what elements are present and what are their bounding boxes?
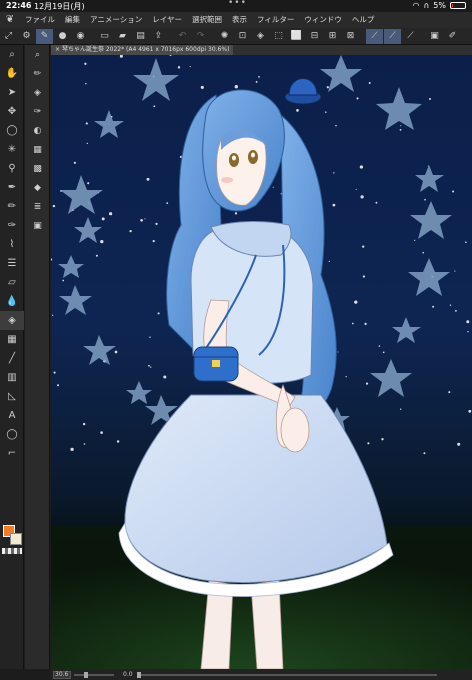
quick-access-icon[interactable]: ✐ [444, 29, 461, 44]
transparent-color-swatch[interactable] [2, 548, 22, 554]
grid-snap-icon[interactable]: ⟋ [402, 29, 419, 44]
close-icon[interactable]: × [55, 46, 62, 53]
canvas[interactable] [51, 55, 472, 669]
menu-window[interactable]: ウィンドウ [299, 12, 347, 28]
zoom-tool-icon[interactable]: ⌕ [0, 45, 24, 64]
ruler-tool-icon[interactable]: ◺ [0, 387, 24, 406]
menu-filter[interactable]: フィルター [252, 12, 299, 28]
battery-percent: 5% [433, 1, 446, 10]
rotation-slider-knob[interactable] [136, 671, 141, 678]
subtool-search-icon[interactable]: ⌕ [25, 45, 50, 64]
object-tool-icon[interactable]: ➤ [0, 83, 24, 102]
menu-help[interactable]: ヘルプ [347, 12, 380, 28]
wifi-icon: ◠ [412, 1, 420, 10]
multitasking-dots-icon[interactable]: ••• [228, 0, 247, 8]
battery-icon [450, 2, 466, 9]
rotation-value[interactable]: 0.0 [123, 671, 133, 678]
magic-wand-icon[interactable]: ✳ [0, 140, 24, 159]
status-date: 12月19日(月) [34, 2, 85, 11]
pen-tool-icon[interactable]: ✒ [0, 178, 24, 197]
app-logo-icon[interactable]: ❦ [0, 13, 20, 27]
tool-property-icon[interactable]: ⚙ [18, 29, 35, 44]
gradient-tool-icon[interactable]: ▦ [0, 330, 24, 349]
hand-tool-icon[interactable]: ✋ [0, 64, 24, 83]
status-right: ◠ ∩ 5% [412, 1, 466, 10]
status-time: 22:46 [6, 1, 32, 10]
redo-icon[interactable]: ↷ [192, 29, 209, 44]
fill-icon[interactable]: ◈ [252, 29, 269, 44]
loading-spinner-icon: ✺ [220, 31, 229, 41]
canvas-tabbar: × 琴ちゃん誕生祭 2022* (A4 4961 x 7016px 600dpi… [51, 45, 472, 55]
crop-icon[interactable]: ⊟ [306, 29, 323, 44]
blend-tool-icon[interactable]: 💧 [0, 292, 24, 311]
status-bar: 22:46 12月19日(月) ••• ◠ ∩ 5% [0, 0, 472, 12]
transform-icon[interactable]: ⊠ [342, 29, 359, 44]
correct-line-tool-icon[interactable]: ⌐ [0, 444, 24, 463]
rotation-slider[interactable] [136, 671, 437, 678]
frame-tool-icon[interactable]: ▥ [0, 368, 24, 387]
eyedropper-icon[interactable]: ⚲ [0, 159, 24, 178]
layers-icon[interactable]: ≣ [25, 197, 50, 216]
brush-tool-icon[interactable]: ✑ [0, 216, 24, 235]
line-tool-icon[interactable]: ╱ [0, 349, 24, 368]
menu-edit[interactable]: 編集 [60, 12, 85, 28]
eye-icon[interactable]: ◉ [72, 29, 89, 44]
sub-color-swatch[interactable] [10, 533, 22, 545]
pencil-tool-icon[interactable]: ✏ [0, 197, 24, 216]
deselect-icon[interactable]: ⬜ [288, 29, 305, 44]
special-ruler-snap-icon[interactable]: ⟋ [384, 28, 401, 44]
open-folder-icon[interactable]: ▰ [114, 29, 131, 44]
new-file-icon[interactable]: ▭ [96, 29, 113, 44]
color-wheel-icon[interactable]: ◐ [25, 121, 50, 140]
menu-view[interactable]: 表示 [227, 12, 252, 28]
expand-arrows-icon[interactable]: ⤢ [0, 29, 17, 44]
menu-bar: ❦ ファイル 編集 アニメーション レイヤー 選択範囲 表示 フィルター ウィン… [0, 12, 472, 28]
intermediate-color-icon[interactable]: ▩ [25, 159, 50, 178]
headphones-icon: ∩ [423, 1, 430, 10]
menu-selection[interactable]: 選択範囲 [187, 12, 227, 28]
left-bottom-filler [0, 669, 50, 680]
color-icon[interactable]: ● [54, 29, 71, 44]
clear-icon[interactable]: ⊡ [234, 29, 251, 44]
decoration-tool-icon[interactable]: ☰ [0, 254, 24, 273]
undo-icon[interactable]: ↶ [174, 29, 191, 44]
airbrush-tool-icon[interactable]: ⌇ [0, 235, 24, 254]
eraser-tool-icon[interactable]: ▱ [0, 273, 24, 292]
canvas-tab-title: 琴ちゃん誕生祭 2022* (A4 4961 x 7016px 600dpi 3… [61, 46, 230, 53]
menu-animation[interactable]: アニメーション [85, 12, 147, 28]
palette-bar: ⌕ ✏ ◈ ✑ ◐ ▦ ▩ ◆ ≣ ▣ [25, 45, 50, 670]
zoom-slider[interactable] [74, 671, 114, 678]
menu-layer[interactable]: レイヤー [147, 12, 187, 28]
tool-palette: ⌕ ✋ ➤ ✥ ◯ ✳ ⚲ ✒ ✏ ✑ ⌇ ☰ ▱ 💧 ◈ ▦ ╱ ▥ ◺ A … [0, 45, 24, 670]
zoom-value[interactable]: 30.6 [53, 670, 71, 679]
zoom-slider-knob[interactable] [84, 671, 88, 678]
text-tool-icon[interactable]: A [0, 406, 24, 425]
balloon-tool-icon[interactable]: ◯ [0, 425, 24, 444]
menu-file[interactable]: ファイル [20, 12, 60, 28]
material-icon[interactable]: ▣ [25, 216, 50, 235]
color-set-icon[interactable]: ▦ [25, 140, 50, 159]
subtool-palette-icon[interactable]: ✏ [25, 64, 50, 83]
canvas-tab[interactable]: × 琴ちゃん誕生祭 2022* (A4 4961 x 7016px 600dpi… [51, 45, 234, 55]
move-tool-icon[interactable]: ✥ [0, 102, 24, 121]
navigator-bar: 30.6 0.0 [51, 669, 472, 680]
reference-layer-icon[interactable]: ▣ [426, 29, 443, 44]
export-icon[interactable]: ⇪ [150, 29, 167, 44]
lasso-tool-icon[interactable]: ◯ [0, 121, 24, 140]
layer-property-icon[interactable]: ◆ [25, 178, 50, 197]
brush-size-icon[interactable]: ✎ [36, 28, 53, 44]
command-bar: ⤢ ⚙ ✎ ● ◉ ▭ ▰ ▤ ⇪ ↶ ↷ ✺ ⊡ ◈ ⬚ ⬜ ⊟ ⊞ ⊠ ⟋ … [0, 28, 472, 45]
artwork [51, 55, 472, 669]
fill-palette-icon[interactable]: ◈ [25, 83, 50, 102]
invert-selection-icon[interactable]: ⊞ [324, 29, 341, 44]
save-icon[interactable]: ▤ [132, 29, 149, 44]
select-all-icon[interactable]: ⬚ [270, 29, 287, 44]
ruler-snap-icon[interactable]: ⟋ [366, 28, 383, 44]
fill-tool-icon[interactable]: ◈ [0, 311, 24, 330]
brush-palette-icon[interactable]: ✑ [25, 102, 50, 121]
